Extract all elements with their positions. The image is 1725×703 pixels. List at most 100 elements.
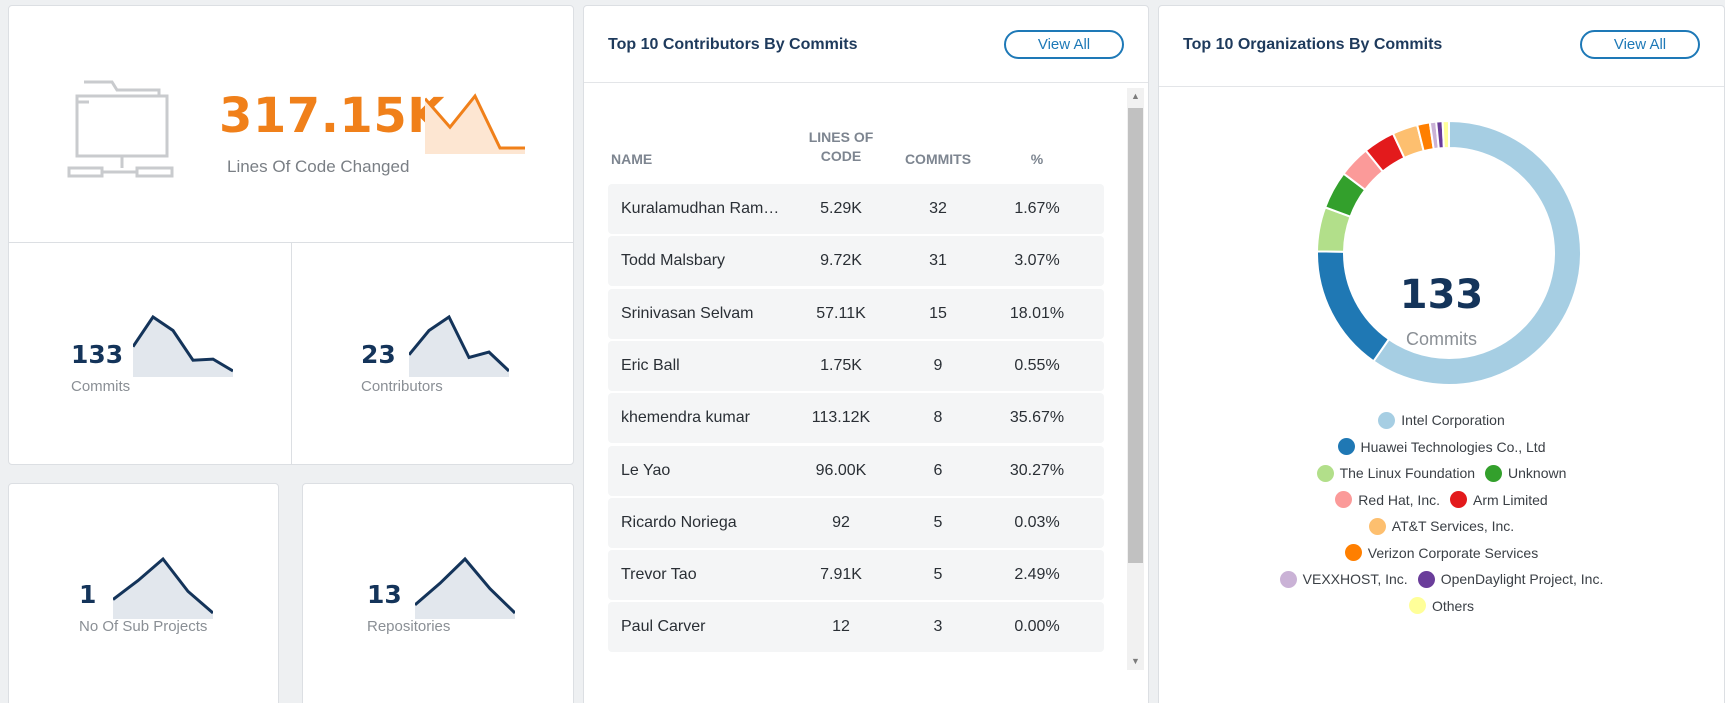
lines-of-code-cell: 57.11K <box>816 304 866 322</box>
lines-of-code-cell: 92 <box>832 513 850 531</box>
table-row[interactable]: Paul Carver 12 3 0.00% <box>608 602 1104 653</box>
contributor-name: Kuralamudhan Ramakrishnan <box>621 200 781 217</box>
percent-cell: 35.67% <box>1009 409 1065 427</box>
legend-row: Red Hat, Inc. Arm Limited <box>1159 487 1724 514</box>
commits-value: 133 <box>71 340 124 369</box>
contributor-name: Trevor Tao <box>621 566 697 584</box>
legend-swatch <box>1337 438 1355 456</box>
contributor-name: Le Yao <box>621 461 671 479</box>
sub-projects-sparkline <box>113 556 213 619</box>
legend-row: Others <box>1159 593 1724 620</box>
table-row[interactable]: Eric Ball 1.75K 9 0.55% <box>608 340 1104 391</box>
legend-label: AT&T Services, Inc. <box>1391 518 1515 535</box>
legend-item[interactable]: Others <box>1408 597 1474 615</box>
sparkline-area <box>409 317 509 377</box>
legend-row: Huawei Technologies Co., Ltd <box>1159 434 1724 461</box>
legend-label: VEXXHOST, Inc. <box>1302 571 1408 588</box>
legend-item[interactable]: Verizon Corporate Services <box>1344 544 1539 562</box>
table-row[interactable]: khemendra kumar 113.12K 8 35.67% <box>608 393 1104 444</box>
commits-label: Commits <box>71 378 131 395</box>
legend-item[interactable]: VEXXHOST, Inc. <box>1279 570 1408 588</box>
contributor-name: Paul Carver <box>621 618 706 636</box>
legend-label: Unknown <box>1508 465 1567 482</box>
network-folder-icon <box>67 80 174 178</box>
legend-item[interactable]: Unknown <box>1485 464 1567 482</box>
contributor-name: Eric Ball <box>621 356 680 374</box>
donut-center-value: 133 <box>1399 272 1484 318</box>
column-header-commits[interactable]: COMMITS <box>898 150 978 169</box>
column-header-percent[interactable]: % <box>982 150 1092 169</box>
lines-of-code-value: 317.15K <box>219 88 445 144</box>
commits-cell: 31 <box>929 252 947 270</box>
commits-cell: 5 <box>933 513 943 531</box>
legend-swatch <box>1344 544 1362 562</box>
scrollbar-thumb[interactable] <box>1128 108 1143 563</box>
legend-item[interactable]: Arm Limited <box>1450 491 1548 509</box>
table-row[interactable]: Trevor Tao 7.91K 5 2.49% <box>608 550 1104 601</box>
legend-label: OpenDaylight Project, Inc. <box>1440 571 1604 588</box>
legend-label: Huawei Technologies Co., Ltd <box>1360 438 1546 455</box>
legend-item[interactable]: Intel Corporation <box>1378 411 1505 429</box>
commits-sparkline <box>133 314 233 377</box>
contributor-name: khemendra kumar <box>621 409 750 427</box>
table-row[interactable]: Todd Malsbary 9.72K 31 3.07% <box>608 236 1104 287</box>
donut-center-label: Commits <box>1406 329 1477 349</box>
percent-cell: 1.67% <box>1014 200 1060 217</box>
view-all-contributors-button[interactable]: View All <box>1004 30 1124 59</box>
contributors-label: Contributors <box>361 378 443 395</box>
sparkline-area <box>425 96 525 154</box>
table-row[interactable]: Ricardo Noriega 92 5 0.03% <box>608 497 1104 548</box>
legend-row: The Linux Foundation Unknown <box>1159 460 1724 487</box>
percent-cell: 30.27% <box>1009 461 1065 479</box>
legend-label: Arm Limited <box>1473 491 1548 508</box>
legend-item[interactable]: Red Hat, Inc. <box>1335 491 1440 509</box>
legend-item[interactable]: The Linux Foundation <box>1316 464 1476 482</box>
top-contributors-card: Top 10 Contributors By Commits View All … <box>583 5 1149 703</box>
legend-swatch <box>1485 464 1503 482</box>
percent-cell: 2.49% <box>1014 566 1060 584</box>
table-row[interactable]: Kuralamudhan Ramakrishnan 5.29K 32 1.67% <box>608 184 1104 234</box>
legend-row: Verizon Corporate Services <box>1159 540 1724 567</box>
sub-projects-card: 1 No Of Sub Projects <box>8 483 279 703</box>
lines-of-code-cell: 113.12K <box>811 409 871 427</box>
legend-item[interactable]: Huawei Technologies Co., Ltd <box>1337 438 1546 456</box>
sub-projects-label: No Of Sub Projects <box>79 618 208 635</box>
percent-cell: 3.07% <box>1014 252 1060 270</box>
table-row[interactable]: Srinivasan Selvam 57.11K 15 18.01% <box>608 288 1104 339</box>
commits-cell: 9 <box>933 356 943 374</box>
table-scrollbar[interactable]: ▲ ▼ <box>1127 88 1144 670</box>
legend-swatch <box>1408 597 1426 615</box>
lines-of-code-cell: 1.75K <box>820 356 862 374</box>
sparkline-area <box>415 559 515 619</box>
legend-label: The Linux Foundation <box>1339 465 1476 482</box>
donut-slice[interactable] <box>1441 119 1450 150</box>
contributors-value: 23 <box>361 340 396 369</box>
contributors-sparkline <box>409 314 509 377</box>
commits-cell: 8 <box>933 409 943 427</box>
legend-swatch <box>1316 464 1334 482</box>
legend-item[interactable]: AT&T Services, Inc. <box>1368 517 1515 535</box>
organizations-donut-chart <box>1315 119 1582 386</box>
legend-label: Verizon Corporate Services <box>1367 544 1539 561</box>
caret-down-icon[interactable]: ▼ <box>1127 653 1144 670</box>
view-all-organizations-button[interactable]: View All <box>1580 30 1700 59</box>
contributors-table: NAME LINES OF CODE COMMITS % Kuralamudha… <box>608 84 1104 670</box>
contributor-name: Srinivasan Selvam <box>621 304 754 322</box>
commits-cell: 5 <box>933 566 943 584</box>
table-row[interactable]: Le Yao 96.00K 6 30.27% <box>608 445 1104 496</box>
legend-swatch <box>1279 570 1297 588</box>
card-title: Top 10 Contributors By Commits <box>608 36 858 53</box>
contributor-name: Ricardo Noriega <box>621 513 737 531</box>
repositories-value: 13 <box>367 580 402 609</box>
card-title: Top 10 Organizations By Commits <box>1183 36 1443 53</box>
legend-item[interactable]: OpenDaylight Project, Inc. <box>1417 570 1604 588</box>
sub-projects-value: 1 <box>79 580 97 609</box>
percent-cell: 0.55% <box>1014 356 1060 374</box>
caret-up-icon[interactable]: ▲ <box>1127 88 1144 105</box>
lines-of-code-cell: 96.00K <box>815 461 867 479</box>
lines-of-code-sparkline <box>425 93 525 154</box>
legend-swatch <box>1450 491 1467 509</box>
column-header-lines-of-code[interactable]: LINES OF CODE <box>801 128 881 166</box>
legend-swatch <box>1378 411 1396 429</box>
column-header-name[interactable]: NAME <box>611 150 652 169</box>
